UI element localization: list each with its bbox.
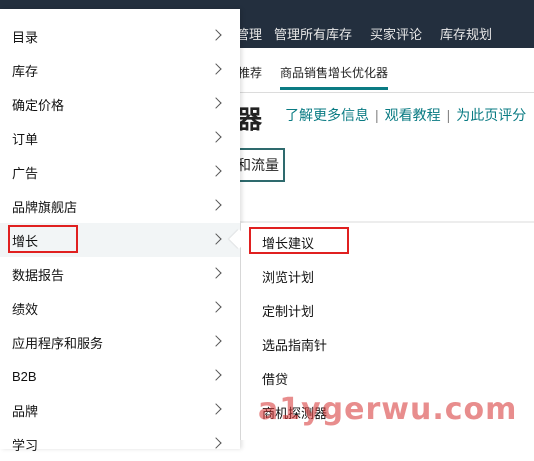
chevron-right-icon	[210, 437, 222, 449]
menu-item-label: 广告	[12, 165, 39, 181]
learn-more-link[interactable]: 了解更多信息	[285, 107, 369, 123]
menu-item-apps-services[interactable]: 应用程序和服务	[0, 325, 240, 359]
menu-item-brand-store[interactable]: 品牌旗舰店	[0, 189, 240, 223]
chevron-right-icon	[210, 97, 222, 109]
top-nav-item-manage-inventory[interactable]: 管理所有库存	[274, 24, 352, 43]
menu-item-label: 品牌	[12, 403, 39, 419]
chevron-right-icon	[210, 369, 222, 381]
menu-item-label: 确定价格	[12, 97, 65, 113]
highlight-box-growth-suggestions	[249, 227, 349, 254]
menu-item-reports[interactable]: 数据报告	[0, 257, 240, 291]
menu-item-learn[interactable]: 学习	[0, 427, 240, 461]
page-title: 器	[237, 106, 263, 134]
chevron-right-icon	[210, 267, 222, 279]
menu-item-brands[interactable]: 品牌	[0, 393, 240, 427]
menu-item-label: 订单	[12, 131, 39, 147]
menu-top-strip	[0, 0, 240, 9]
menu-item-pricing[interactable]: 确定价格	[0, 87, 240, 121]
menu-item-advertising[interactable]: 广告	[0, 155, 240, 189]
help-links: 了解更多信息 | 观看教程 | 为此页评分	[285, 107, 527, 123]
chevron-right-icon	[210, 131, 222, 143]
submenu-item-browse-plans[interactable]: 浏览计划	[262, 267, 314, 286]
chevron-right-icon	[210, 403, 222, 415]
menu-item-label: 数据报告	[12, 267, 65, 283]
chevron-right-icon	[210, 335, 222, 347]
menu-item-b2b[interactable]: B2B	[0, 359, 240, 393]
menu-item-label: 学习	[12, 437, 39, 453]
menu-item-label: 目录	[12, 29, 39, 45]
sub-nav-tab-recommend[interactable]: 推荐	[238, 64, 262, 81]
traffic-button[interactable]: 和流量	[233, 148, 285, 182]
top-nav-item-inventory-planning[interactable]: 库存规划	[440, 24, 492, 43]
chevron-right-icon	[210, 233, 222, 245]
submenu-item-custom-plans[interactable]: 定制计划	[262, 301, 314, 320]
menu-item-performance[interactable]: 绩效	[0, 291, 240, 325]
chevron-right-icon	[210, 301, 222, 313]
chevron-right-icon	[210, 29, 222, 41]
menu-item-inventory[interactable]: 库存	[0, 53, 240, 87]
watermark-text: a1ygerwu.com	[258, 392, 518, 427]
menu-item-label: 品牌旗舰店	[12, 199, 78, 215]
submenu-item-lending[interactable]: 借贷	[262, 369, 288, 388]
submenu-item-product-compass[interactable]: 选品指南针	[262, 335, 327, 354]
menu-item-label: B2B	[12, 368, 37, 384]
chevron-right-icon	[210, 199, 222, 211]
menu-item-label: 绩效	[12, 301, 39, 317]
menu-item-label: 应用程序和服务	[12, 335, 104, 351]
sub-nav-tab-sales-growth-optimizer[interactable]: 商品销售增长优化器	[280, 64, 389, 90]
menu-item-label: 库存	[12, 63, 39, 79]
chevron-right-icon	[210, 63, 222, 75]
watch-tutorial-link[interactable]: 观看教程	[385, 107, 441, 123]
chevron-right-icon	[210, 165, 222, 177]
highlight-box-growth	[8, 225, 78, 253]
menu-item-orders[interactable]: 订单	[0, 121, 240, 155]
top-nav-item-reviews[interactable]: 买家评论	[370, 24, 422, 43]
rate-page-link[interactable]: 为此页评分	[456, 107, 526, 123]
menu-item-catalog[interactable]: 目录	[0, 19, 240, 53]
